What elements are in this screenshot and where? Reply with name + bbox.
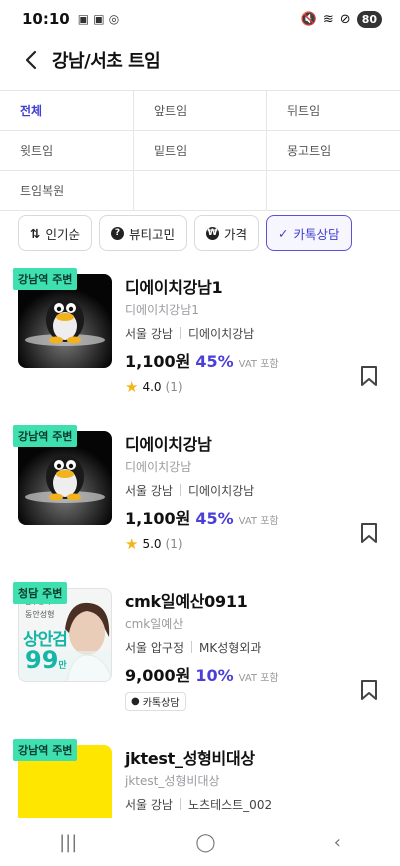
vat-label: VAT 포함 xyxy=(238,516,279,527)
chip-label: 뷰티고민 xyxy=(129,226,176,242)
area-tag: 강남역 주변 xyxy=(13,425,78,447)
discount: 45% xyxy=(195,352,234,371)
price: 1,100원 xyxy=(125,352,191,371)
product-name: cmk일예산0911 xyxy=(125,592,248,611)
back-button[interactable] xyxy=(16,45,46,75)
system-nav-bar: ||| ◯ ‹ xyxy=(0,818,400,866)
category-front[interactable]: 앞트임 xyxy=(134,91,267,131)
location-row: 서울 압구정 MK성형외과 xyxy=(125,637,355,657)
sort-icon: ⇅ xyxy=(30,225,41,241)
area-tag: 강남역 주변 xyxy=(13,268,78,290)
recent-apps-icon[interactable]: ||| xyxy=(59,832,77,853)
category-restore[interactable]: 트임복원 xyxy=(0,171,134,211)
price-row: 1,100원 45% VAT 포함 xyxy=(125,505,355,529)
area-tag: 청담 주변 xyxy=(13,582,68,604)
vat-label: VAT 포함 xyxy=(238,673,279,684)
rating-row: ★ 5.0 (1) xyxy=(125,535,355,553)
rating-row: ★ 4.0 (1) xyxy=(125,378,355,396)
clinic-label: MK성형외과 xyxy=(199,640,262,655)
clinic-label: 노츠테스트_002 xyxy=(187,797,273,812)
list-item[interactable]: 강남역 주변 디에이치강남1 디에이치강남1 서울 강남 디에이치강남 1,10… xyxy=(0,262,400,419)
won-icon: ₩ xyxy=(206,226,220,240)
chevron-left-icon xyxy=(25,50,37,70)
product-name: jktest_성형비대상 xyxy=(125,749,255,768)
rating-value: 4.0 xyxy=(142,380,162,394)
price-row: 9,000원 10% VAT 포함 xyxy=(125,662,355,686)
bookmark-icon[interactable] xyxy=(360,365,378,387)
system-back-icon[interactable]: ‹ xyxy=(334,832,341,853)
product-name: 디에이치강남1 xyxy=(125,278,223,297)
city-label: 서울 강남 xyxy=(125,326,173,341)
list-item[interactable]: 강남역 주변 jktest_성형비대상 jktest_성형비대상 서울 강남 노… xyxy=(0,733,400,818)
sort-chip[interactable]: ⇅ 인기순 xyxy=(18,215,92,251)
list-item[interactable]: 강남역 주변 디에이치강남 디에이치강남 서울 강남 디에이치강남 1,100원… xyxy=(0,419,400,576)
category-mongolian[interactable]: 몽고트임 xyxy=(267,131,400,171)
chip-label: 가격 xyxy=(224,226,248,242)
bookmark-icon[interactable] xyxy=(360,522,378,544)
category-empty-2 xyxy=(267,171,400,211)
home-icon[interactable]: ◯ xyxy=(195,832,215,853)
status-bar: 10:10 ▣ ▣ ◎ 🔇 ≋ ⊘ 80 xyxy=(0,0,400,38)
category-upper[interactable]: 윗트임 xyxy=(0,131,134,171)
discount: 45% xyxy=(195,509,234,528)
chip-label: 인기순 xyxy=(45,226,80,242)
price: 9,000원 xyxy=(125,666,191,685)
category-all[interactable]: 전체 xyxy=(0,91,134,131)
list-item[interactable]: 청담 주변 압구정역 동안성형 상안검 99만 cmk일예산0911 cmk일예… xyxy=(0,576,400,733)
discount: 10% xyxy=(195,666,234,685)
category-back[interactable]: 뒤트임 xyxy=(267,91,400,131)
promo-price: 99만 xyxy=(25,646,67,674)
price-row: 1,100원 45% VAT 포함 xyxy=(125,348,355,372)
promo-price-number: 99 xyxy=(25,646,59,674)
status-time: 10:10 xyxy=(22,10,70,28)
review-count: (1) xyxy=(165,537,183,551)
wifi-icon: ≋ xyxy=(322,11,334,27)
product-subtitle: 디에이치강남1 xyxy=(125,303,199,317)
page-title: 강남/서초 트임 xyxy=(52,51,161,72)
category-grid: 전체 앞트임 뒤트임 윗트임 밑트임 몽고트임 트임복원 xyxy=(0,90,400,211)
vat-label: VAT 포함 xyxy=(238,359,279,370)
bookmark-icon[interactable] xyxy=(360,679,378,701)
app-header: 강남/서초 트임 xyxy=(0,38,400,82)
notification-icons: ▣ ▣ ◎ xyxy=(77,12,120,26)
promo-price-unit: 만 xyxy=(58,661,67,671)
city-label: 서울 압구정 xyxy=(125,640,185,655)
product-subtitle: jktest_성형비대상 xyxy=(125,774,220,788)
check-icon: ✓ xyxy=(278,225,289,241)
kakao-label: 카톡상담 xyxy=(142,698,180,709)
kakao-chip[interactable]: ✓ 카톡상담 xyxy=(266,215,352,251)
price: 1,100원 xyxy=(125,509,191,528)
location-row: 서울 강남 디에이치강남 xyxy=(125,323,355,343)
chat-bubble-icon: ● xyxy=(131,696,140,707)
category-empty-1 xyxy=(134,171,267,211)
clinic-label: 디에이치강남 xyxy=(187,483,255,498)
mute-icon: 🔇 xyxy=(300,11,317,27)
concern-chip[interactable]: ? 뷰티고민 xyxy=(99,215,188,251)
chip-label: 카톡상담 xyxy=(293,226,340,242)
city-label: 서울 강남 xyxy=(125,797,173,812)
filter-chips: ⇅ 인기순 ? 뷰티고민 ₩ 가격 ✓ 카톡상담 xyxy=(0,213,400,253)
category-lower[interactable]: 밑트임 xyxy=(134,131,267,171)
dnd-icon: ⊘ xyxy=(339,11,351,27)
star-icon: ★ xyxy=(125,378,139,396)
area-tag: 강남역 주변 xyxy=(13,739,78,761)
location-row: 서울 강남 노츠테스트_002 xyxy=(125,794,355,814)
product-list: 강남역 주변 디에이치강남1 디에이치강남1 서울 강남 디에이치강남 1,10… xyxy=(0,262,400,818)
product-subtitle: cmk일예산 xyxy=(125,617,184,631)
price-chip[interactable]: ₩ 가격 xyxy=(194,215,260,251)
location-row: 서울 강남 디에이치강남 xyxy=(125,480,355,500)
battery-indicator: 80 xyxy=(356,10,382,28)
product-name: 디에이치강남 xyxy=(125,435,212,454)
clinic-label: 디에이치강남 xyxy=(187,326,255,341)
product-subtitle: 디에이치강남 xyxy=(125,460,192,474)
kakao-consult-badge: ● 카톡상담 xyxy=(125,692,186,711)
city-label: 서울 강남 xyxy=(125,483,173,498)
review-count: (1) xyxy=(165,380,183,394)
question-icon: ? xyxy=(111,226,124,240)
star-icon: ★ xyxy=(125,535,139,553)
promo-sub-text: 동안성형 xyxy=(25,610,55,619)
rating-value: 5.0 xyxy=(142,537,162,551)
